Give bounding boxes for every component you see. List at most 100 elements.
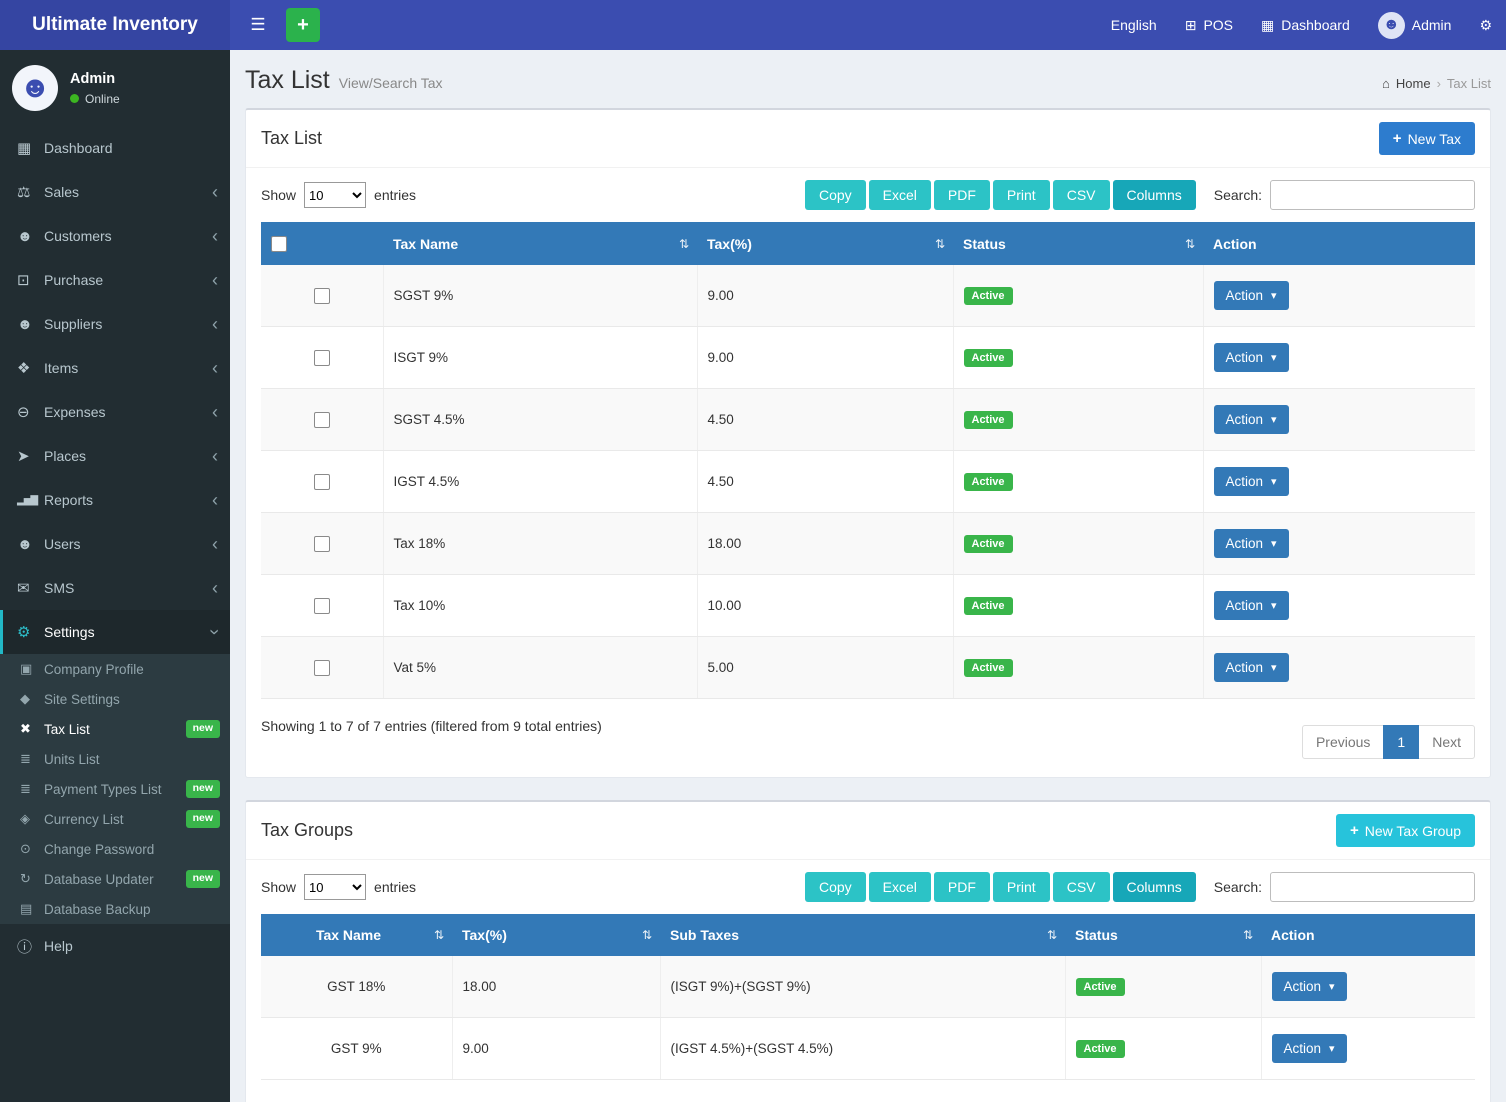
- select-all-header: [261, 222, 383, 265]
- suppliers-icon: ☻: [17, 316, 44, 333]
- tax-list-footer: Showing 1 to 7 of 7 entries (filtered fr…: [246, 699, 1490, 777]
- search-control: Search:: [1214, 872, 1475, 902]
- sidebar-item-change-password[interactable]: ⊙ Change Password: [0, 834, 230, 864]
- row-checkbox[interactable]: [314, 350, 330, 366]
- column-header-status[interactable]: Status⇅: [953, 222, 1203, 265]
- pagination-previous[interactable]: Previous: [1302, 725, 1384, 759]
- user-avatar: ☻: [1378, 12, 1405, 39]
- sidebar-item-users[interactable]: ☻ Users ‹: [0, 522, 230, 566]
- csv-button[interactable]: CSV: [1053, 872, 1110, 902]
- dashboard-icon: ▦: [17, 139, 44, 157]
- copy-button[interactable]: Copy: [805, 872, 866, 902]
- column-header-tax-name[interactable]: Tax Name⇅: [383, 222, 697, 265]
- excel-button[interactable]: Excel: [869, 180, 931, 210]
- sidebar-item-items[interactable]: ❖ Items ‹: [0, 346, 230, 390]
- sidebar-item-database-updater[interactable]: ↻ Database Updater new: [0, 864, 230, 894]
- dashboard-link[interactable]: ▦ Dashboard: [1247, 0, 1364, 50]
- top-navbar: Ultimate Inventory ☰ + English ⊞ POS ▦ D…: [0, 0, 1506, 50]
- column-header-tax-percent[interactable]: Tax(%)⇅: [452, 914, 660, 956]
- excel-button[interactable]: Excel: [869, 872, 931, 902]
- sidebar-item-places[interactable]: ➤ Places ‹: [0, 434, 230, 478]
- search-label: Search:: [1214, 187, 1262, 203]
- sidebar-toggle-button[interactable]: ☰: [240, 0, 276, 50]
- sidebar-item-sms[interactable]: ✉ SMS ‹: [0, 566, 230, 610]
- action-dropdown-button[interactable]: Action▾: [1214, 529, 1289, 558]
- sidebar-item-site-settings[interactable]: ◆ Site Settings: [0, 684, 230, 714]
- sidebar-item-payment-types-list[interactable]: ≣ Payment Types List new: [0, 774, 230, 804]
- action-dropdown-button[interactable]: Action▾: [1214, 405, 1289, 434]
- action-dropdown-button[interactable]: Action▾: [1214, 343, 1289, 372]
- breadcrumb-home[interactable]: Home: [1396, 76, 1431, 91]
- action-dropdown-button[interactable]: Action▾: [1214, 467, 1289, 496]
- table-row: Tax 10% 10.00 Active Action▾: [261, 575, 1475, 637]
- row-checkbox[interactable]: [314, 288, 330, 304]
- sidebar-item-settings[interactable]: ⚙ Settings ›: [0, 610, 230, 654]
- page-length-select[interactable]: 10: [304, 182, 366, 208]
- sidebar-item-label: Places: [44, 448, 86, 464]
- status-badge: Active: [964, 349, 1013, 367]
- page-length-select[interactable]: 10: [304, 874, 366, 900]
- sidebar-item-label: Help: [44, 938, 73, 954]
- pagination-next[interactable]: Next: [1418, 725, 1475, 759]
- pos-label: POS: [1203, 17, 1233, 33]
- row-checkbox[interactable]: [314, 660, 330, 676]
- action-label: Action: [1226, 536, 1264, 551]
- action-dropdown-button[interactable]: Action▾: [1272, 972, 1347, 1001]
- action-dropdown-button[interactable]: Action▾: [1214, 653, 1289, 682]
- chevron-left-icon: ‹: [212, 315, 218, 333]
- column-header-sub-taxes[interactable]: Sub Taxes⇅: [660, 914, 1065, 956]
- action-dropdown-button[interactable]: Action▾: [1272, 1034, 1347, 1063]
- columns-button[interactable]: Columns: [1113, 872, 1196, 902]
- sort-icon: ⇅: [1047, 928, 1057, 942]
- home-icon: ⌂: [1382, 76, 1390, 91]
- sidebar-item-expenses[interactable]: ⊖ Expenses ‹: [0, 390, 230, 434]
- pagination-page-1[interactable]: 1: [1383, 725, 1419, 759]
- sidebar-item-label: Change Password: [44, 842, 154, 857]
- pdf-button[interactable]: PDF: [934, 180, 990, 210]
- sidebar-item-suppliers[interactable]: ☻ Suppliers ‹: [0, 302, 230, 346]
- sidebar-item-company-profile[interactable]: ▣ Company Profile: [0, 654, 230, 684]
- app-brand[interactable]: Ultimate Inventory: [0, 0, 230, 50]
- column-header-tax-name[interactable]: Tax Name⇅: [261, 914, 452, 956]
- pdf-button[interactable]: PDF: [934, 872, 990, 902]
- new-tax-button[interactable]: + New Tax: [1379, 122, 1475, 155]
- sidebar-item-customers[interactable]: ☻ Customers ‹: [0, 214, 230, 258]
- row-checkbox[interactable]: [314, 598, 330, 614]
- copy-button[interactable]: Copy: [805, 180, 866, 210]
- action-dropdown-button[interactable]: Action▾: [1214, 591, 1289, 620]
- language-menu[interactable]: English: [1097, 0, 1171, 50]
- tax-percent-cell: 9.00: [452, 1018, 660, 1080]
- user-menu[interactable]: ☻ Admin: [1364, 0, 1466, 50]
- table-row: IGST 4.5% 4.50 Active Action▾: [261, 451, 1475, 513]
- print-button[interactable]: Print: [993, 180, 1050, 210]
- action-dropdown-button[interactable]: Action▾: [1214, 281, 1289, 310]
- row-checkbox[interactable]: [314, 474, 330, 490]
- print-button[interactable]: Print: [993, 872, 1050, 902]
- new-tax-group-button-label: New Tax Group: [1365, 823, 1461, 839]
- settings-menu[interactable]: ⚙: [1465, 0, 1506, 50]
- quick-add-button[interactable]: +: [286, 8, 320, 42]
- search-input[interactable]: [1270, 872, 1475, 902]
- search-input[interactable]: [1270, 180, 1475, 210]
- sidebar-item-purchase[interactable]: ⊡ Purchase ‹: [0, 258, 230, 302]
- columns-button[interactable]: Columns: [1113, 180, 1196, 210]
- sidebar-item-help[interactable]: ⓘ Help: [0, 924, 230, 968]
- sidebar-item-reports[interactable]: ▂▅▇ Reports ‹: [0, 478, 230, 522]
- sidebar-item-units-list[interactable]: ≣ Units List: [0, 744, 230, 774]
- new-tax-group-button[interactable]: + New Tax Group: [1336, 814, 1475, 847]
- sidebar-item-dashboard[interactable]: ▦ Dashboard: [0, 126, 230, 170]
- column-header-tax-percent[interactable]: Tax(%)⇅: [697, 222, 953, 265]
- sidebar-user-avatar: ☻: [12, 65, 58, 111]
- sidebar-item-currency-list[interactable]: ◈ Currency List new: [0, 804, 230, 834]
- row-checkbox[interactable]: [314, 412, 330, 428]
- sidebar-item-sales[interactable]: ⚖ Sales ‹: [0, 170, 230, 214]
- tax-groups-panel: Tax Groups + New Tax Group Show 10 entri…: [245, 800, 1491, 1102]
- pos-link[interactable]: ⊞ POS: [1171, 0, 1247, 50]
- sidebar-item-database-backup[interactable]: ▤ Database Backup: [0, 894, 230, 924]
- select-all-checkbox[interactable]: [271, 236, 287, 252]
- row-checkbox[interactable]: [314, 536, 330, 552]
- column-header-status[interactable]: Status⇅: [1065, 914, 1261, 956]
- sidebar-item-tax-list[interactable]: ✖ Tax List new: [0, 714, 230, 744]
- csv-button[interactable]: CSV: [1053, 180, 1110, 210]
- export-buttons: Copy Excel PDF Print CSV Columns: [805, 180, 1196, 210]
